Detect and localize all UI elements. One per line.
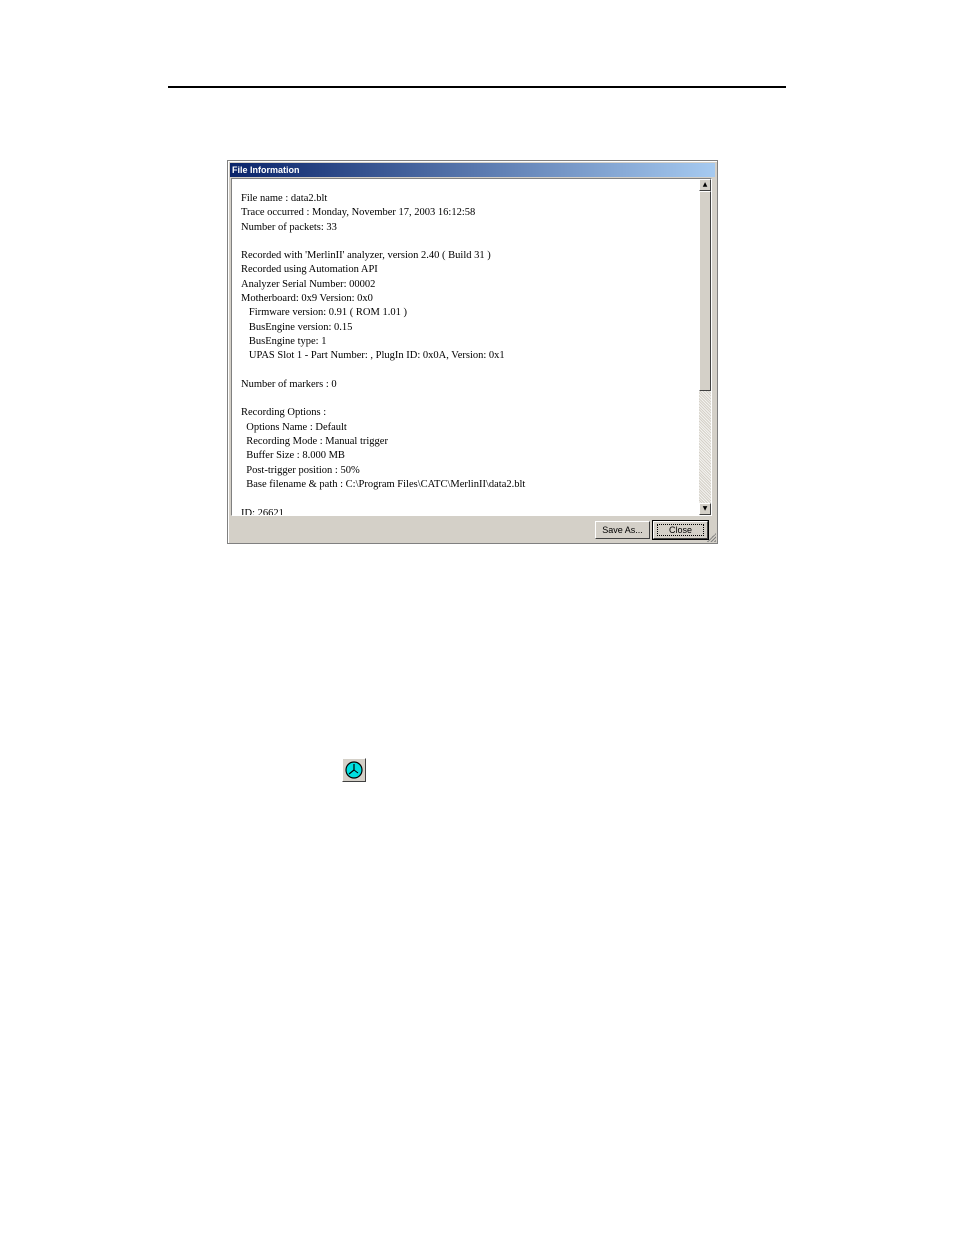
info-line <box>241 392 525 406</box>
clock-button[interactable] <box>342 758 366 782</box>
info-line: Analyzer Serial Number: 00002 <box>241 278 376 290</box>
scroll-up-arrow-icon[interactable]: ▲ <box>699 179 711 191</box>
file-info-textbox[interactable]: File name : data2.blt Trace occurred : Mo… <box>231 178 712 516</box>
top-rule <box>168 86 786 88</box>
info-line <box>241 235 525 249</box>
info-line: Number of markers : 0 <box>241 378 337 390</box>
info-line: BusEngine version: 0.15 <box>241 321 353 333</box>
save-as-label: Save As... <box>602 525 643 535</box>
clock-icon <box>345 761 363 779</box>
info-line <box>241 492 525 506</box>
info-line: BusEngine type: 1 <box>241 335 327 347</box>
info-line: Motherboard: 0x9 Version: 0x0 <box>241 293 373 305</box>
resize-grip-icon[interactable] <box>706 532 716 542</box>
scroll-down-arrow-icon[interactable]: ▼ <box>699 503 711 515</box>
save-as-button[interactable]: Save As... <box>595 521 650 539</box>
file-info-text: File name : data2.blt Trace occurred : Mo… <box>241 192 526 516</box>
file-information-dialog: File Information File name : data2.blt Tr… <box>227 160 718 544</box>
info-line: Recording Options : <box>241 407 327 419</box>
info-line: Buffer Size : 8.000 MB <box>241 450 345 462</box>
info-line: UPAS Slot 1 - Part Number: , PlugIn ID: … <box>241 350 505 362</box>
info-line: Trace occurred : Monday, November 17, 20… <box>241 207 476 219</box>
scrollbar-thumb[interactable] <box>699 191 711 391</box>
info-line: Base filename & path : C:\Program Files\… <box>241 478 526 490</box>
close-label: Close <box>657 524 704 536</box>
info-line: ID: 26621 <box>241 507 284 516</box>
close-button[interactable]: Close <box>652 520 709 540</box>
info-line <box>241 364 525 378</box>
info-line: File name : data2.blt <box>241 193 328 204</box>
info-line: Options Name : Default <box>241 421 347 433</box>
info-line: Recording Mode : Manual trigger <box>241 436 388 448</box>
info-line: Number of packets: 33 <box>241 221 337 233</box>
info-line: Recorded with 'MerlinII' analyzer, versi… <box>241 250 491 262</box>
dialog-title[interactable]: File Information <box>230 163 715 177</box>
info-line: Post-trigger position : 50% <box>241 464 360 476</box>
info-line: Recorded using Automation API <box>241 264 378 276</box>
vertical-scrollbar[interactable]: ▲ ▼ <box>699 179 711 515</box>
info-line: Firmware version: 0.91 ( ROM 1.01 ) <box>241 307 407 319</box>
